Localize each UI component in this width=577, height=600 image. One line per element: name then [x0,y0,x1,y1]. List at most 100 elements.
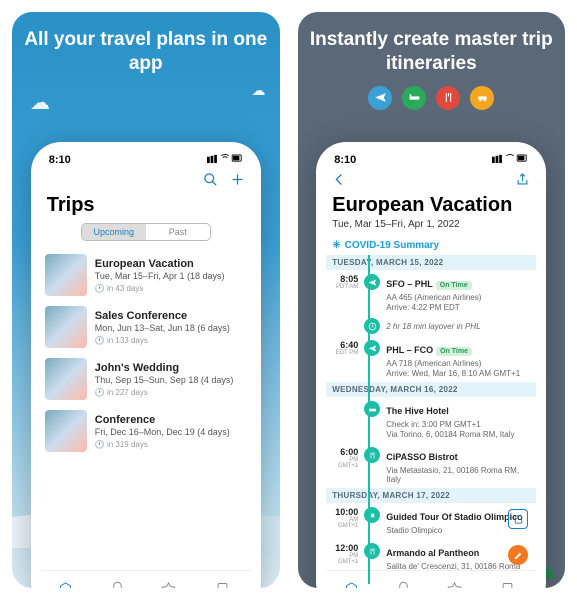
plane-circle-icon [368,86,392,110]
item-time: 12:00PM GMT+1 [332,543,358,565]
bed-circle-icon [402,86,426,110]
status-icons [492,154,528,166]
item-title: PHL – FCO [386,345,433,355]
itinerary-item[interactable]: The Hive Hotel Check in: 3:00 PM GMT+1 V… [326,397,536,443]
item-title: Guided Tour Of Stadio Olimpico [386,512,522,522]
status-badge: On Time [436,281,472,290]
item-subtitle: Arrive: 4:22 PM EDT [386,303,530,312]
trip-row[interactable]: Sales Conference Mon, Jun 13–Sat, Jun 18… [41,301,251,353]
search-icon[interactable] [203,172,218,192]
phone-mockup-left: 8:10 Trips Upcoming Past European Vacati… [31,142,261,588]
item-time: 6:00PM GMT+1 [332,447,358,469]
tab-trips[interactable]: Trips [58,581,73,589]
trip-subtitle: Tue, Mar 15–Fri, Apr 1, 2022 [326,219,536,236]
tab-unfiled[interactable]: Unfiled [497,581,519,589]
topbar [326,168,536,192]
trip-countdown: in 133 days [95,336,247,345]
item-subtitle: Check in: 3:00 PM GMT+1 [386,420,530,429]
note-action-icon[interactable] [508,509,528,529]
phone-mockup-right: 8:10 European Vacation Tue, Mar 15–Fri, … [316,142,546,588]
trip-thumbnail [45,254,87,296]
share-icon[interactable] [515,172,530,192]
itinerary-item[interactable]: 6:00PM GMT+1 CiPASSO Bistrot Via Metasta… [326,443,536,488]
tab-alerts[interactable]: Alerts [109,581,127,589]
screenshot-right: Instantly create master trip itineraries… [298,12,566,588]
trip-thumbnail [45,410,87,452]
virus-icon: ✳ [332,240,340,251]
status-bar: 8:10 [326,152,536,168]
layover-row: 2 hr 18 min layover in PHL [326,316,536,336]
itinerary-item[interactable]: 6:40EDT PM PHL – FCOOn Time AA 718 (Amer… [326,336,536,382]
status-icons [207,154,243,166]
tab-bar: Trips Alerts Pro Unfiled [41,570,251,588]
status-bar: 8:10 [41,152,251,168]
trip-name: John's Wedding [95,362,247,374]
item-subtitle: Via Torino, 6, 00184 Roma RM, Italy [386,430,530,439]
item-time: 8:05PDT AM [332,274,358,290]
headline-left: All your travel plans in one app [12,12,280,76]
item-title: SFO – PHL [386,279,433,289]
back-icon[interactable] [332,172,347,192]
item-subtitle: AA 465 (American Airlines) [386,293,530,302]
tab-pro[interactable]: Pro [447,581,462,589]
trip-countdown: in 227 days [95,388,247,397]
tab-alerts[interactable]: Alerts [394,581,412,589]
tab-bar: Trips Alerts Pro Unfiled [326,570,536,588]
item-title: CiPASSO Bistrot [386,452,457,462]
day-header: THURSDAY, MARCH 17, 2022 [326,488,536,503]
item-subtitle: Via Metastasio, 21, 00186 Roma RM, Italy [386,466,530,484]
edit-action-icon[interactable] [508,545,528,565]
layover-text: 2 hr 18 min layover in PHL [386,322,480,331]
trip-title: European Vacation [326,192,536,219]
food-circle-icon [436,86,460,110]
trip-countdown: in 319 days [95,440,247,449]
trip-name: European Vacation [95,258,247,270]
trip-countdown: in 43 days [95,284,247,293]
car-circle-icon [470,86,494,110]
item-title: The Hive Hotel [386,406,449,416]
trip-row[interactable]: European Vacation Tue, Mar 15–Fri, Apr 1… [41,249,251,301]
add-icon[interactable] [230,172,245,192]
food-icon [364,447,380,463]
headline-right: Instantly create master trip itineraries [298,12,566,76]
act-icon [364,507,380,523]
trip-thumbnail [45,358,87,400]
segment-control[interactable]: Upcoming Past [81,223,211,241]
food-icon [364,543,380,559]
item-title: Armando al Pantheon [386,548,479,558]
trip-thumbnail [45,306,87,348]
tab-trips[interactable]: Trips [344,581,359,589]
day-header: TUESDAY, MARCH 15, 2022 [326,255,536,270]
clock-icon [364,318,380,334]
plane-icon [364,340,380,356]
seg-upcoming[interactable]: Upcoming [82,224,146,240]
topbar [41,168,251,192]
cloud-icon: ☁ [252,82,266,99]
itinerary-list: TUESDAY, MARCH 15, 2022 8:05PDT AM SFO –… [326,255,536,584]
day-header: WEDNESDAY, MARCH 16, 2022 [326,382,536,397]
status-badge: On Time [436,347,472,356]
itinerary-item[interactable]: 10:00AM GMT+1 Guided Tour Of Stadio Olim… [326,503,536,539]
cloud-icon: ☁ [30,90,50,115]
tab-unfiled[interactable]: Unfiled [211,581,233,589]
trip-name: Sales Conference [95,310,247,322]
category-circles [298,86,566,110]
screenshot-left: All your travel plans in one app ☁ ☁ 8:1… [12,12,280,588]
status-time: 8:10 [334,154,356,166]
trip-row[interactable]: Conference Fri, Dec 16–Mon, Dec 19 (4 da… [41,405,251,457]
covid-label: COVID-19 Summary [345,240,439,251]
item-subtitle: AA 718 (American Airlines) [386,359,530,368]
plane-icon [364,274,380,290]
covid-summary[interactable]: ✳ COVID-19 Summary [326,236,536,255]
trip-row[interactable]: John's Wedding Thu, Sep 15–Sun, Sep 18 (… [41,353,251,405]
tab-pro[interactable]: Pro [161,581,176,589]
item-subtitle: Arrive: Wed, Mar 16, 8:10 AM GMT+1 [386,369,530,378]
trip-name: Conference [95,414,247,426]
seg-past[interactable]: Past [146,224,210,240]
itinerary-item[interactable]: 8:05PDT AM SFO – PHLOn Time AA 465 (Amer… [326,270,536,316]
trip-date: Fri, Dec 16–Mon, Dec 19 (4 days) [95,427,247,437]
item-time: 6:40EDT PM [332,340,358,356]
trip-date: Tue, Mar 15–Fri, Apr 1 (18 days) [95,271,247,281]
status-time: 8:10 [49,154,71,166]
page-title: Trips [41,192,251,219]
